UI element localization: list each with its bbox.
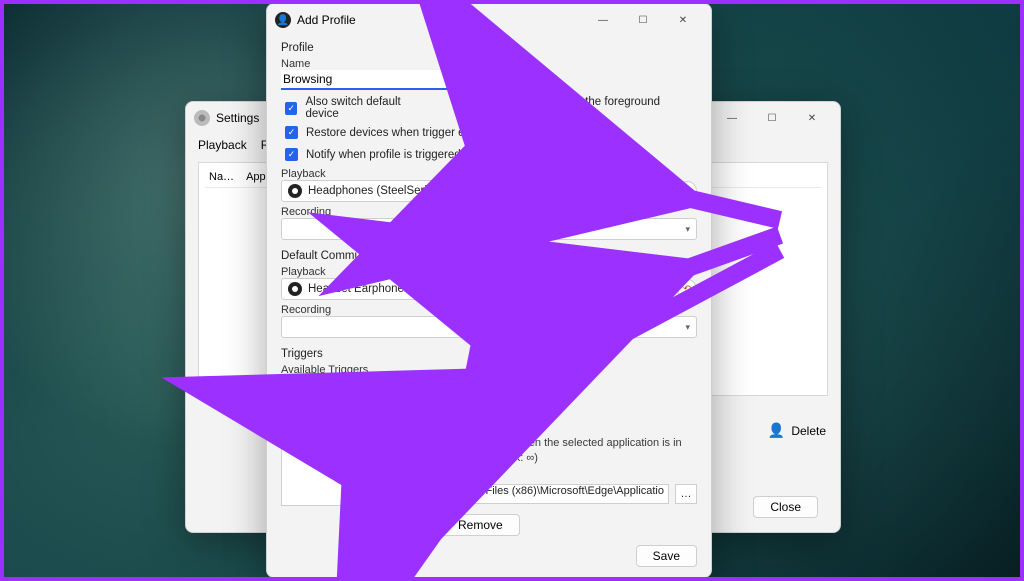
chk-switch-default[interactable] (285, 102, 297, 115)
chevron-down-icon: ▾ (659, 284, 664, 295)
headphones-icon (288, 184, 302, 198)
trigger-desc-label: Description (421, 424, 697, 436)
chk-switch-default-label: Also switch default device (305, 96, 431, 120)
addprofile-titlebar[interactable]: 👤 Add Profile — ☐ ✕ (267, 4, 711, 36)
comm-recording-label: Recording (281, 304, 697, 316)
available-triggers-label: Available Triggers (281, 364, 697, 376)
triggers-section-label: Triggers (281, 348, 697, 360)
delete-button[interactable]: Delete (789, 424, 828, 438)
user-icon: 👤 (275, 12, 291, 28)
trigger-path-input[interactable]: C:\Program Files (x86)\Microsoft\Edge\Ap… (421, 484, 669, 504)
chk-restore[interactable] (285, 126, 298, 139)
active-trigger-item[interactable]: Application path (282, 423, 404, 439)
profile-name-input[interactable] (281, 70, 497, 90)
maximize-button[interactable]: ☐ (752, 104, 792, 132)
profile-section-label: Profile (281, 42, 697, 54)
delete-profile-row: 👤 Delete (768, 422, 828, 439)
comm-section-label: Default Communication Device (281, 250, 697, 262)
recording-label: Recording (281, 206, 697, 218)
available-trigger-value: Application path (288, 383, 370, 395)
settings-title: Settings (216, 111, 259, 125)
playback-device-value: Headphones (SteelSeries Arctis 9 Game) (308, 185, 518, 197)
trigger-detail-name: Application path (421, 408, 697, 420)
minimize-button[interactable]: — (712, 104, 752, 132)
chevron-down-icon: ▾ (685, 224, 690, 235)
comm-playback-select[interactable]: Headset Earphone (SteelSeries Arctis 9 C… (281, 278, 671, 300)
tab-playback[interactable]: Playback (198, 134, 247, 156)
chevron-down-icon: ▾ (399, 384, 404, 395)
active-triggers-list[interactable]: Application path (281, 422, 405, 506)
playback-device-select[interactable]: Headphones (SteelSeries Arctis 9 Game) ▾ (281, 180, 671, 202)
headset-icon (288, 282, 302, 296)
addprofile-title: Add Profile (297, 13, 356, 27)
recording-device-select[interactable]: ▾ (281, 218, 697, 240)
comm-playback-label: Playback (281, 266, 697, 278)
comm-playback-value: Headset Earphone (SteelSeries Arctis 9 C… (308, 283, 542, 295)
chk-notify[interactable] (285, 148, 298, 161)
browse-path-button[interactable]: … (675, 484, 697, 504)
close-button[interactable]: ✕ (663, 6, 703, 34)
minimize-button[interactable]: — (583, 6, 623, 34)
chevron-down-icon: ▾ (659, 186, 664, 197)
gear-icon (194, 110, 210, 126)
chk-restore-label: Restore devices when trigger ends (306, 127, 483, 139)
reset-playback-button[interactable]: ⟲ (677, 181, 697, 201)
chevron-down-icon: ▾ (685, 322, 690, 333)
user-minus-icon: 👤 (768, 422, 785, 439)
add-profile-window: 👤 Add Profile — ☐ ✕ Profile Name Also sw… (266, 3, 712, 578)
close-button[interactable]: ✕ (792, 104, 832, 132)
chk-notify-label: Notify when profile is triggered (306, 149, 461, 161)
col-name[interactable]: Na… (209, 171, 234, 183)
maximize-button[interactable]: ☐ (623, 6, 663, 34)
save-profile-button[interactable]: Save (636, 545, 697, 567)
name-label: Name (281, 58, 697, 70)
active-triggers-label: Active Triggers (281, 410, 405, 422)
chk-switch-foreground-label: Also switch the foreground program (525, 96, 698, 120)
comm-recording-select[interactable]: ▾ (281, 316, 697, 338)
reset-comm-playback-button[interactable]: ⟲ (677, 279, 697, 299)
playback-label: Playback (281, 168, 697, 180)
add-trigger-button[interactable]: Add (423, 378, 478, 400)
chk-switch-foreground[interactable] (504, 102, 516, 115)
trigger-desc: Activate the profile when the selected a… (421, 436, 697, 466)
remove-trigger-button[interactable]: Remove (441, 514, 520, 536)
close-settings-button[interactable]: Close (753, 496, 818, 518)
available-trigger-select[interactable]: Application path ▾ (281, 378, 411, 400)
